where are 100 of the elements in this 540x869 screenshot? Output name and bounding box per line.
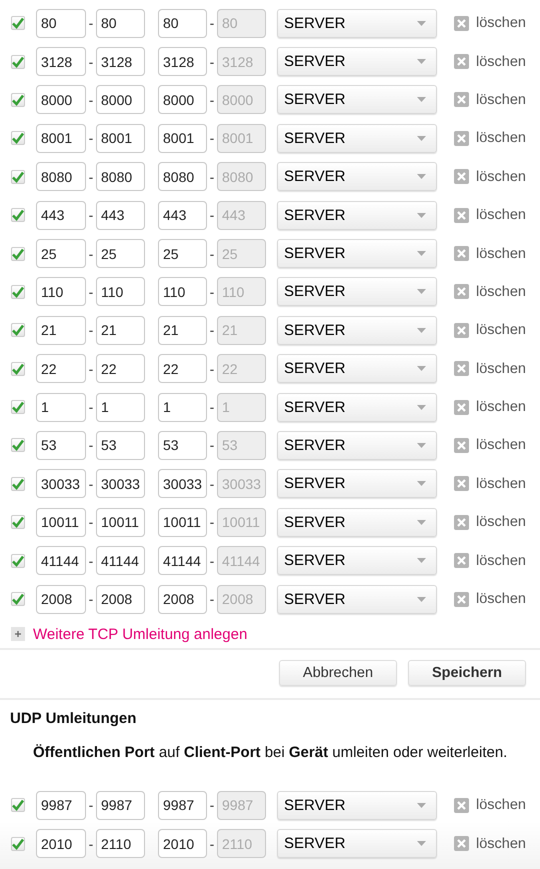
port-field[interactable]: 8001 [158,124,207,153]
port-field[interactable]: 8080 [96,162,145,192]
delete-link[interactable]: löschen [454,168,526,185]
port-field[interactable]: 9987 [96,790,145,820]
port-field[interactable]: 110 [96,277,145,306]
delete-link[interactable]: löschen [454,797,526,814]
device-select[interactable]: SERVER [277,239,437,268]
checkbox[interactable] [11,592,25,606]
port-field[interactable]: 2008 [96,584,145,614]
port-field[interactable]: 30033 [36,469,86,498]
port-field[interactable]: 3128 [158,47,207,76]
checkbox[interactable] [11,554,25,568]
device-select[interactable]: SERVER [277,546,437,576]
delete-link[interactable]: löschen [454,591,526,608]
port-field[interactable]: 22 [158,354,207,384]
delete-link[interactable]: löschen [454,92,526,108]
port-field[interactable]: 2010 [158,829,207,858]
checkbox[interactable] [11,131,25,146]
checkbox[interactable] [11,284,25,299]
checkbox[interactable] [11,798,25,812]
port-field[interactable]: 8080 [36,162,86,192]
port-field[interactable]: 80 [158,8,207,38]
port-field[interactable]: 110 [158,277,207,306]
port-field[interactable]: 10011 [96,508,145,537]
delete-link[interactable]: löschen [454,207,526,224]
port-field[interactable]: 10011 [36,508,86,537]
checkbox[interactable] [11,323,25,338]
port-field[interactable]: 80 [96,8,145,38]
port-field[interactable]: 41144 [36,546,86,576]
delete-link[interactable]: löschen [454,360,526,377]
port-field[interactable]: 2008 [158,584,207,614]
port-field[interactable]: 53 [158,430,207,460]
device-select[interactable]: SERVER [277,584,437,614]
checkbox[interactable] [11,54,25,69]
checkbox[interactable] [11,246,25,261]
checkbox[interactable] [11,92,25,107]
port-field[interactable]: 2110 [96,829,145,858]
port-field[interactable]: 80 [36,8,86,38]
device-select[interactable]: SERVER [277,277,437,306]
delete-link[interactable]: löschen [454,836,526,852]
delete-link[interactable]: löschen [454,399,526,416]
device-select[interactable]: SERVER [277,316,437,345]
checkbox[interactable] [11,16,25,30]
checkbox[interactable] [11,515,25,530]
port-field[interactable]: 21 [36,316,86,345]
device-select[interactable]: SERVER [277,47,437,76]
port-field[interactable]: 30033 [96,469,145,498]
port-field[interactable]: 2010 [36,829,86,858]
port-field[interactable]: 41144 [96,546,145,576]
port-field[interactable]: 1 [96,392,145,422]
port-field[interactable]: 53 [96,430,145,460]
port-field[interactable]: 53 [36,430,86,460]
port-field[interactable]: 9987 [36,790,86,820]
port-field[interactable]: 22 [36,354,86,384]
checkbox[interactable] [11,438,25,452]
checkbox[interactable] [11,362,25,376]
port-field[interactable]: 3128 [96,47,145,76]
port-field[interactable]: 21 [96,316,145,345]
port-field[interactable]: 30033 [158,469,207,498]
delete-link[interactable]: löschen [454,552,526,569]
port-field[interactable]: 2008 [36,584,86,614]
add-link[interactable]: Weitere TCP Umleitung anlegen [0,618,540,648]
device-select[interactable]: SERVER [277,162,437,192]
port-field[interactable]: 22 [96,354,145,384]
port-field[interactable]: 8001 [36,124,86,153]
device-select[interactable]: SERVER [277,85,437,114]
port-field[interactable]: 8000 [36,85,86,114]
port-field[interactable]: 1 [158,392,207,422]
port-field[interactable]: 8001 [96,124,145,153]
device-select[interactable]: SERVER [277,508,437,537]
port-field[interactable]: 25 [96,239,145,268]
checkbox[interactable] [11,208,25,222]
delete-link[interactable]: löschen [454,437,526,454]
delete-link[interactable]: löschen [454,15,526,32]
port-field[interactable]: 9987 [158,790,207,820]
port-field[interactable]: 8080 [158,162,207,192]
device-select[interactable]: SERVER [277,392,437,422]
port-field[interactable]: 443 [96,200,145,230]
delete-link[interactable]: löschen [454,54,526,70]
delete-link[interactable]: löschen [454,284,526,300]
port-field[interactable]: 25 [158,239,207,268]
port-field[interactable]: 3128 [36,47,86,76]
checkbox[interactable] [11,400,25,414]
port-field[interactable]: 443 [36,200,86,230]
port-field[interactable]: 21 [158,316,207,345]
device-select[interactable]: SERVER [277,354,437,384]
delete-link[interactable]: löschen [454,246,526,262]
port-field[interactable]: 8000 [96,85,145,114]
delete-link[interactable]: löschen [454,322,526,338]
port-field[interactable]: 10011 [158,508,207,537]
device-select[interactable]: SERVER [277,430,437,460]
device-select[interactable]: SERVER [277,469,437,498]
delete-link[interactable]: löschen [454,514,526,530]
port-field[interactable]: 1 [36,392,86,422]
checkbox[interactable] [11,170,25,184]
save-button[interactable]: Speichern [408,660,526,686]
cancel-button[interactable]: Abbrechen [279,660,397,686]
device-select[interactable]: SERVER [277,790,437,820]
port-field[interactable]: 25 [36,239,86,268]
checkbox[interactable] [11,836,25,851]
